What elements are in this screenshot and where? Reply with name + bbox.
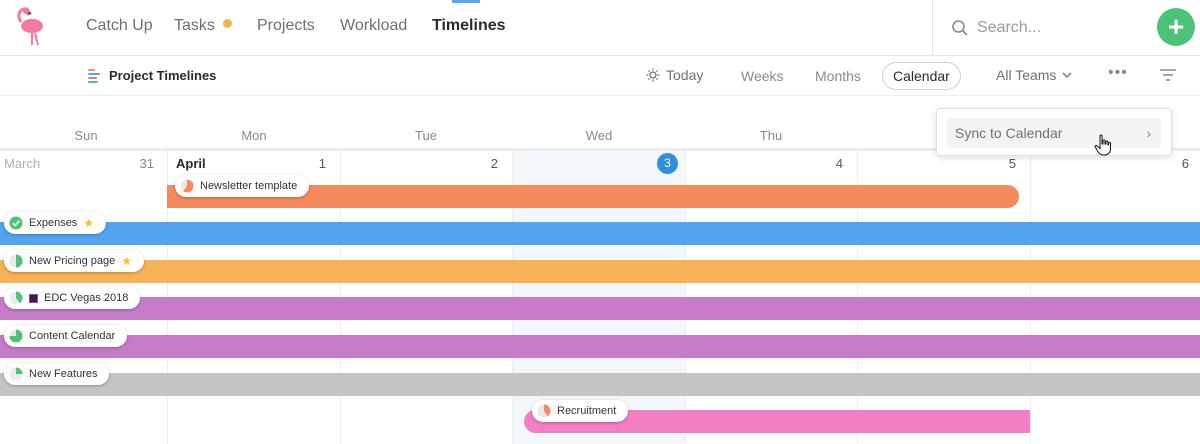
nav-projects[interactable]: Projects <box>257 17 315 35</box>
active-tab-indicator <box>452 0 480 3</box>
add-button[interactable]: + <box>1157 8 1195 46</box>
page-title: Project Timelines <box>109 68 217 83</box>
calendar-dropdown-menu: Sync to Calendar › <box>936 108 1172 156</box>
timeline-label-new-pricing-page[interactable]: New Pricing page ★ <box>4 250 144 272</box>
timeline-label-expenses[interactable]: Expenses ★ <box>4 212 107 234</box>
today-button[interactable]: Today <box>646 67 703 83</box>
progress-icon <box>9 329 23 343</box>
nav-catch-up[interactable]: Catch Up <box>86 17 153 35</box>
timeline-name: Content Calendar <box>29 330 116 342</box>
sub-header: Project Timelines Today Weeks Months Cal… <box>0 56 1200 96</box>
star-icon: ★ <box>83 216 95 230</box>
progress-icon <box>9 291 23 305</box>
weekday-header: Sun <box>74 128 98 143</box>
timeline-name: Newsletter template <box>200 180 298 192</box>
chevron-down-icon <box>1062 72 1072 78</box>
progress-icon <box>9 254 23 268</box>
weekday-header: Wed <box>585 128 613 143</box>
all-teams-dropdown[interactable]: All Teams <box>996 67 1072 83</box>
timeline-bar-new-features[interactable] <box>0 373 1200 396</box>
timeline-label-recruitment[interactable]: Recruitment <box>532 400 629 422</box>
filter-icon[interactable] <box>1160 68 1176 82</box>
nav-tasks[interactable]: Tasks <box>174 17 232 35</box>
search-area: + <box>932 0 1200 56</box>
month-label-previous: March <box>4 156 41 171</box>
all-teams-label: All Teams <box>996 67 1057 83</box>
sync-to-calendar-item[interactable]: Sync to Calendar › <box>947 118 1161 148</box>
timeline-bar-expenses[interactable] <box>0 222 1200 245</box>
timeline-label-content-calendar[interactable]: Content Calendar <box>4 325 128 347</box>
weekday-header: Thu <box>759 128 783 143</box>
today-date-badge[interactable]: 3 <box>657 153 678 174</box>
flamingo-logo-icon[interactable] <box>8 4 52 48</box>
weeks-button[interactable]: Weeks <box>741 68 784 84</box>
hand-cursor-icon <box>1094 134 1112 156</box>
sync-to-calendar-label: Sync to Calendar <box>955 125 1063 141</box>
chevron-right-icon: › <box>1146 125 1151 141</box>
calendar-button[interactable]: Calendar <box>882 62 961 90</box>
more-options-button[interactable]: ••• <box>1108 64 1128 82</box>
nav-timelines[interactable]: Timelines <box>432 17 506 35</box>
search-input[interactable] <box>977 14 1127 42</box>
timeline-name: New Features <box>29 368 98 380</box>
date-number: 31 <box>139 156 154 171</box>
date-number: 5 <box>1008 156 1016 171</box>
edc-event-icon <box>29 293 38 303</box>
timeline-label-new-features[interactable]: New Features <box>4 363 110 385</box>
timeline-name: Recruitment <box>557 405 617 417</box>
progress-icon <box>9 367 23 381</box>
date-number: 1 <box>318 156 326 171</box>
timeline-list-icon <box>88 69 100 83</box>
star-icon: ★ <box>121 254 132 268</box>
timeline-label-edc-vegas[interactable]: EDC Vegas 2018 <box>4 287 141 309</box>
nav-workload[interactable]: Workload <box>340 17 407 35</box>
timeline-name: Expenses <box>29 217 78 229</box>
weekday-header: Tue <box>415 128 437 143</box>
date-number: 2 <box>490 156 498 171</box>
timeline-name: New Pricing page <box>29 255 116 267</box>
timeline-name: EDC Vegas 2018 <box>44 292 129 304</box>
tasks-notification-dot <box>222 19 232 28</box>
progress-icon <box>180 179 194 193</box>
top-navigation: Catch Up Tasks Projects Workload Timelin… <box>0 0 1200 56</box>
timeline-label-newsletter[interactable]: Newsletter template <box>175 175 310 197</box>
weekday-header: Mon <box>241 128 267 143</box>
months-button[interactable]: Months <box>815 68 861 84</box>
timeline-bar-new-pricing-page[interactable] <box>0 260 1200 283</box>
nav-tasks-label: Tasks <box>174 17 215 34</box>
sun-icon <box>646 68 660 82</box>
date-number: 4 <box>835 156 843 171</box>
date-number: 6 <box>1181 156 1189 171</box>
timeline-bar-edc-vegas[interactable] <box>0 297 1200 320</box>
timeline-bar-content-calendar[interactable] <box>0 335 1200 358</box>
today-label: Today <box>666 67 704 83</box>
month-label-current: April <box>176 156 206 171</box>
progress-icon <box>537 404 551 418</box>
search-icon <box>952 20 968 36</box>
check-circle-icon <box>9 216 23 230</box>
